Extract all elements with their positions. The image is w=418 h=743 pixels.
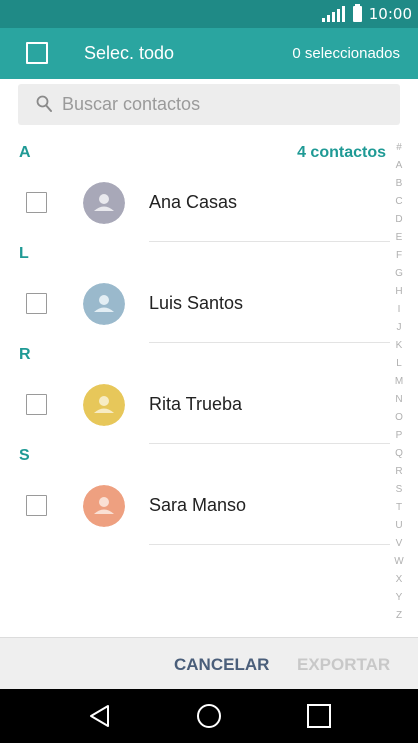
section-header-l: L xyxy=(19,245,29,262)
index-letter[interactable]: W xyxy=(389,553,409,571)
index-letter[interactable]: O xyxy=(389,409,409,427)
contact-name: Luis Santos xyxy=(149,293,244,313)
index-letter[interactable]: L xyxy=(389,355,409,373)
contact-avatar xyxy=(83,182,125,224)
index-letter[interactable]: C xyxy=(389,193,409,211)
person-icon xyxy=(83,485,125,527)
contact-checkbox[interactable] xyxy=(26,394,47,415)
contact-row[interactable]: Luis Santos xyxy=(0,275,390,343)
index-letter[interactable]: M xyxy=(389,373,409,391)
app-bar: Selec. todo 0 seleccionados xyxy=(0,28,418,79)
index-letter[interactable]: P xyxy=(389,427,409,445)
section-header-r: R xyxy=(19,346,31,363)
contact-checkbox[interactable] xyxy=(26,495,47,516)
status-bar: 10:00 xyxy=(0,0,418,28)
contact-checkbox[interactable] xyxy=(26,293,47,314)
select-all-checkbox[interactable] xyxy=(26,42,48,64)
status-time: 10:00 xyxy=(368,5,412,23)
index-letter[interactable]: Q xyxy=(389,445,409,463)
divider xyxy=(149,241,390,242)
index-letter[interactable]: X xyxy=(389,571,409,589)
section-header-s: S xyxy=(19,447,30,464)
alphabet-index[interactable]: # A B C D E F G H I J K L M N O P Q R S … xyxy=(389,139,409,629)
index-letter[interactable]: J xyxy=(389,319,409,337)
contact-row[interactable]: Ana Casas xyxy=(0,174,390,242)
index-letter[interactable]: Y xyxy=(389,589,409,607)
contact-avatar xyxy=(83,485,125,527)
select-all-label[interactable]: Selec. todo xyxy=(84,43,174,64)
person-icon xyxy=(83,182,125,224)
search-input[interactable] xyxy=(62,84,392,125)
index-letter[interactable]: K xyxy=(389,337,409,355)
selected-count: 0 seleccionados xyxy=(292,45,400,62)
index-letter[interactable]: B xyxy=(389,175,409,193)
back-icon[interactable] xyxy=(86,702,114,730)
section-header-a: A xyxy=(19,144,31,161)
contact-avatar xyxy=(83,283,125,325)
index-letter[interactable]: R xyxy=(389,463,409,481)
index-letter[interactable]: A xyxy=(389,157,409,175)
navigation-bar xyxy=(0,689,418,743)
contact-row[interactable]: Sara Manso xyxy=(0,477,390,545)
index-letter[interactable]: G xyxy=(389,265,409,283)
divider xyxy=(149,544,390,545)
index-letter[interactable]: I xyxy=(389,301,409,319)
contact-name: Ana Casas xyxy=(149,192,238,212)
export-button[interactable]: EXPORTAR xyxy=(297,655,390,675)
divider xyxy=(149,342,390,343)
contact-name: Sara Manso xyxy=(149,495,247,515)
index-letter[interactable]: Z xyxy=(389,607,409,625)
contacts-count: 4 contactos xyxy=(297,144,386,161)
index-letter[interactable]: V xyxy=(389,535,409,553)
signal-icon xyxy=(321,6,345,22)
action-bar: CANCELAR EXPORTAR xyxy=(0,637,418,689)
person-icon xyxy=(83,384,125,426)
index-letter[interactable]: S xyxy=(389,481,409,499)
index-letter[interactable]: D xyxy=(389,211,409,229)
index-letter[interactable]: U xyxy=(389,517,409,535)
divider xyxy=(149,443,390,444)
contact-row[interactable]: Rita Trueba xyxy=(0,376,390,444)
contact-avatar xyxy=(83,384,125,426)
home-icon[interactable] xyxy=(195,702,223,730)
status-icons: 10:00 xyxy=(321,0,412,28)
index-letter[interactable]: F xyxy=(389,247,409,265)
search-box[interactable] xyxy=(18,84,400,125)
recent-apps-icon[interactable] xyxy=(305,702,333,730)
contact-checkbox[interactable] xyxy=(26,192,47,213)
contact-name: Rita Trueba xyxy=(149,394,243,414)
index-letter[interactable]: H xyxy=(389,283,409,301)
cancel-button[interactable]: CANCELAR xyxy=(174,655,269,675)
index-letter[interactable]: T xyxy=(389,499,409,517)
person-icon xyxy=(83,283,125,325)
index-letter[interactable]: E xyxy=(389,229,409,247)
battery-icon xyxy=(352,4,362,22)
index-letter[interactable]: N xyxy=(389,391,409,409)
index-letter[interactable]: # xyxy=(389,139,409,157)
search-icon xyxy=(36,95,52,112)
